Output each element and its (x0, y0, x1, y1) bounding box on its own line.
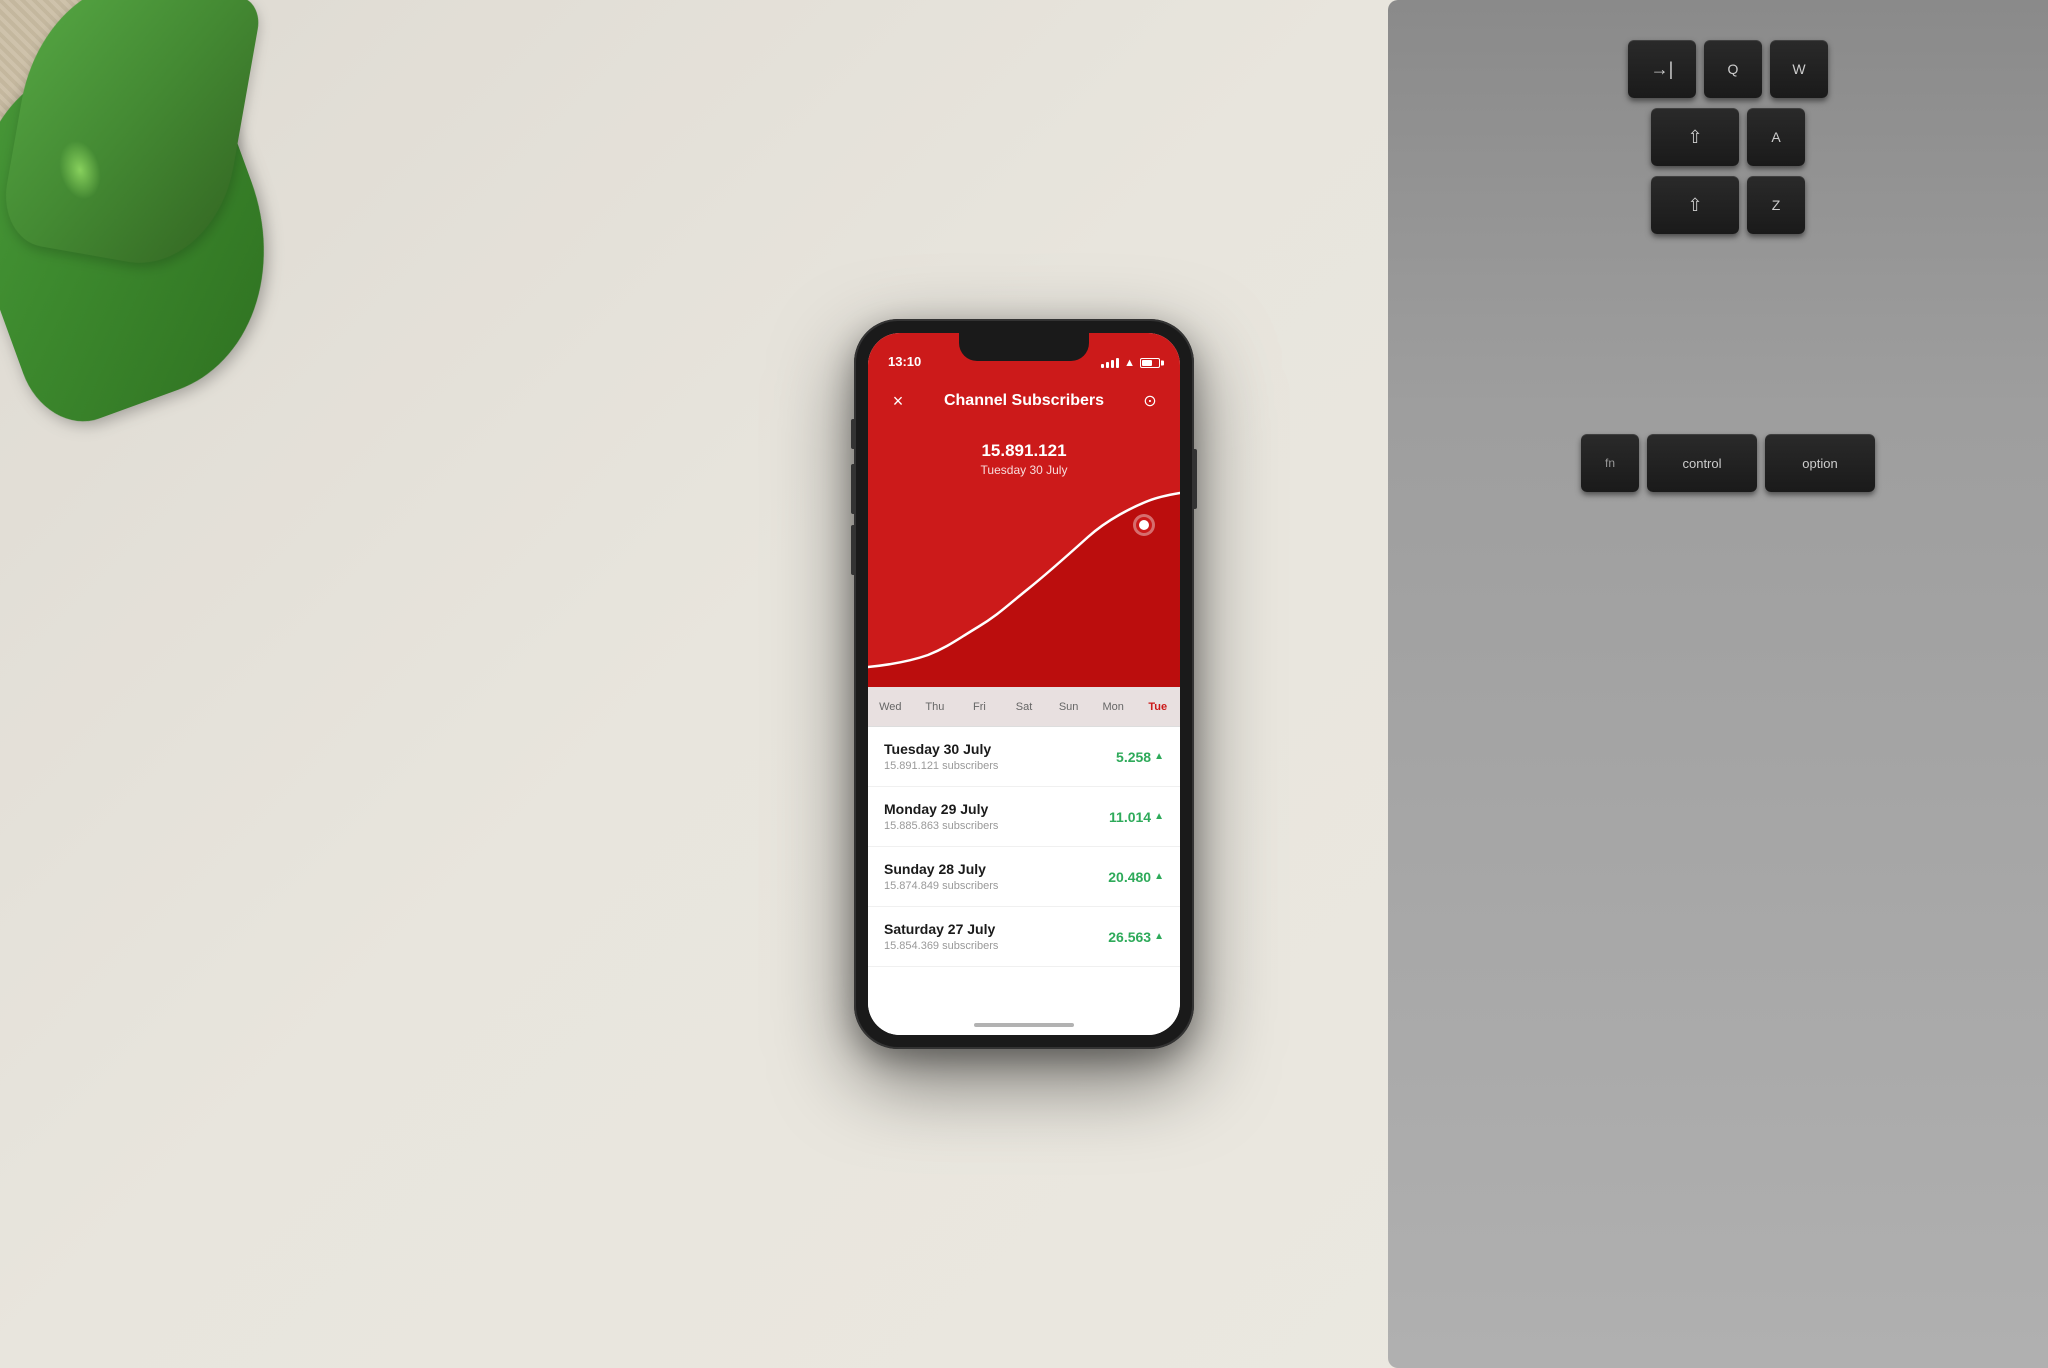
phone-screen: 13:10 ▲ × Channel Subscri (868, 333, 1180, 1035)
w-key[interactable]: W (1770, 40, 1828, 98)
chart-indicator-dot (1136, 517, 1152, 533)
chart-value: 15.891.121 (981, 441, 1068, 461)
stat-subs-3: 15.854.369 subscribers (884, 940, 1108, 952)
stat-subs-2: 15.874.849 subscribers (884, 880, 1108, 892)
day-label-thu: Thu (913, 701, 958, 713)
signal-bars (1101, 358, 1119, 368)
notch (959, 333, 1089, 361)
page-title: Channel Subscribers (912, 392, 1136, 410)
stat-info-3: Saturday 27 July 15.854.369 subscribers (884, 921, 1108, 952)
stat-date-1: Monday 29 July (884, 801, 1109, 817)
laptop: →| Q W ⇧ A ⇧ (1388, 0, 2048, 1368)
mute-button (851, 419, 854, 449)
chart-graph (868, 487, 1180, 687)
battery-icon (1140, 358, 1160, 368)
a-key[interactable]: A (1747, 108, 1805, 166)
stat-subs-0: 15.891.121 subscribers (884, 760, 1116, 772)
keyboard-row-3: ⇧ Z (1418, 176, 2038, 234)
stat-item-0[interactable]: Tuesday 30 July 15.891.121 subscribers 5… (868, 727, 1180, 787)
home-indicator[interactable] (974, 1023, 1074, 1027)
keyboard-area: →| Q W ⇧ A ⇧ (1388, 0, 2048, 1368)
day-label-wed: Wed (868, 701, 913, 713)
stat-change-0: 5.258 ▲ (1116, 749, 1164, 765)
q-key[interactable]: Q (1704, 40, 1762, 98)
caps-key[interactable]: ⇧ (1651, 108, 1739, 166)
laptop-body: →| Q W ⇧ A ⇧ (1388, 0, 2048, 1368)
option-key[interactable]: option (1765, 434, 1875, 492)
keyboard-row-1: →| Q W (1418, 40, 2038, 98)
day-label-tue[interactable]: Tue (1135, 701, 1180, 713)
chart-section: 15.891.121 Tuesday 30 July (868, 427, 1180, 687)
stat-info-0: Tuesday 30 July 15.891.121 subscribers (884, 741, 1116, 772)
trend-up-icon-3: ▲ (1154, 931, 1164, 942)
phone-container: 13:10 ▲ × Channel Subscri (854, 319, 1194, 1049)
stat-item-1[interactable]: Monday 29 July 15.885.863 subscribers 11… (868, 787, 1180, 847)
stat-info-1: Monday 29 July 15.885.863 subscribers (884, 801, 1109, 832)
stat-subs-1: 15.885.863 subscribers (884, 820, 1109, 832)
day-label-fri: Fri (957, 701, 1002, 713)
day-labels: Wed Thu Fri Sat Sun Mon Tue (868, 687, 1180, 727)
volume-up-button (851, 464, 854, 514)
z-key[interactable]: Z (1747, 176, 1805, 234)
camera-icon[interactable]: ⊙ (1136, 391, 1164, 411)
status-time: 13:10 (888, 354, 921, 369)
trend-up-icon-1: ▲ (1154, 811, 1164, 822)
wifi-icon: ▲ (1124, 357, 1135, 369)
tab-key[interactable]: →| (1628, 40, 1696, 98)
keyboard-row-2: ⇧ A (1418, 108, 2038, 166)
fn-key[interactable]: fn (1581, 434, 1639, 492)
stat-date-3: Saturday 27 July (884, 921, 1108, 937)
stat-item-2[interactable]: Sunday 28 July 15.874.849 subscribers 20… (868, 847, 1180, 907)
control-key[interactable]: control (1647, 434, 1757, 492)
phone: 13:10 ▲ × Channel Subscri (854, 319, 1194, 1049)
status-icons: ▲ (1101, 357, 1160, 369)
chart-tooltip: 15.891.121 Tuesday 30 July (981, 441, 1068, 477)
trend-up-icon-2: ▲ (1154, 871, 1164, 882)
stat-change-3: 26.563 ▲ (1108, 929, 1164, 945)
volume-down-button (851, 525, 854, 575)
close-button[interactable]: × (884, 391, 912, 412)
app-header: × Channel Subscribers ⊙ (868, 375, 1180, 427)
stat-change-1: 11.014 ▲ (1109, 809, 1164, 825)
stat-change-2: 20.480 ▲ (1108, 869, 1164, 885)
stats-list: Tuesday 30 July 15.891.121 subscribers 5… (868, 727, 1180, 1035)
stat-info-2: Sunday 28 July 15.874.849 subscribers (884, 861, 1108, 892)
stat-date-2: Sunday 28 July (884, 861, 1108, 877)
day-label-sat: Sat (1002, 701, 1047, 713)
plant-decoration (0, 0, 280, 580)
power-button (1194, 449, 1197, 509)
trend-up-icon-0: ▲ (1154, 751, 1164, 762)
day-label-sun: Sun (1046, 701, 1091, 713)
chart-date: Tuesday 30 July (981, 463, 1068, 477)
keyboard-row-4: fn control option (1418, 434, 2038, 492)
shift-key[interactable]: ⇧ (1651, 176, 1739, 234)
stat-item-3[interactable]: Saturday 27 July 15.854.369 subscribers … (868, 907, 1180, 967)
day-label-mon: Mon (1091, 701, 1136, 713)
stat-date-0: Tuesday 30 July (884, 741, 1116, 757)
